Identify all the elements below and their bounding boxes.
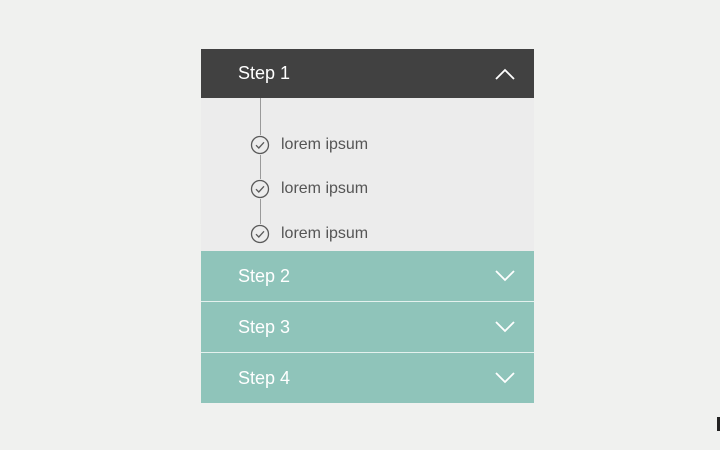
check-circle-icon [250, 135, 270, 155]
step-1-label: Step 1 [238, 63, 291, 83]
list-item-label: lorem ipsum [281, 180, 369, 197]
step-3-header[interactable]: Step 3 [201, 301, 534, 352]
chevron-down-icon[interactable] [495, 270, 515, 282]
check-circle-icon [250, 224, 270, 244]
timeline-line [260, 98, 261, 224]
check-circle-icon [250, 179, 270, 199]
chevron-up-icon[interactable] [495, 68, 515, 80]
step-4-label: Step 4 [238, 367, 291, 388]
list-item-label: lorem ipsum [281, 225, 369, 242]
step-2-header[interactable]: Step 2 [201, 251, 534, 301]
list-item-label: lorem ipsum [281, 136, 369, 153]
chevron-down-icon[interactable] [495, 372, 515, 384]
step-2-label: Step 2 [238, 265, 291, 286]
step-1-header[interactable]: Step 1 [201, 49, 534, 98]
chevron-down-icon[interactable] [495, 321, 515, 333]
list-item[interactable]: lorem ipsum [250, 178, 368, 200]
list-item[interactable]: lorem ipsum [250, 223, 368, 245]
list-item[interactable]: lorem ipsum [250, 134, 368, 156]
step-4-header[interactable]: Step 4 [201, 352, 534, 403]
step-1-panel: lorem ipsum lorem ipsum lorem ipsum [201, 98, 534, 251]
steps-accordion: Step 1 lorem ipsum lorem ipsum lorem ips… [201, 49, 534, 403]
step-3-label: Step 3 [238, 316, 291, 337]
